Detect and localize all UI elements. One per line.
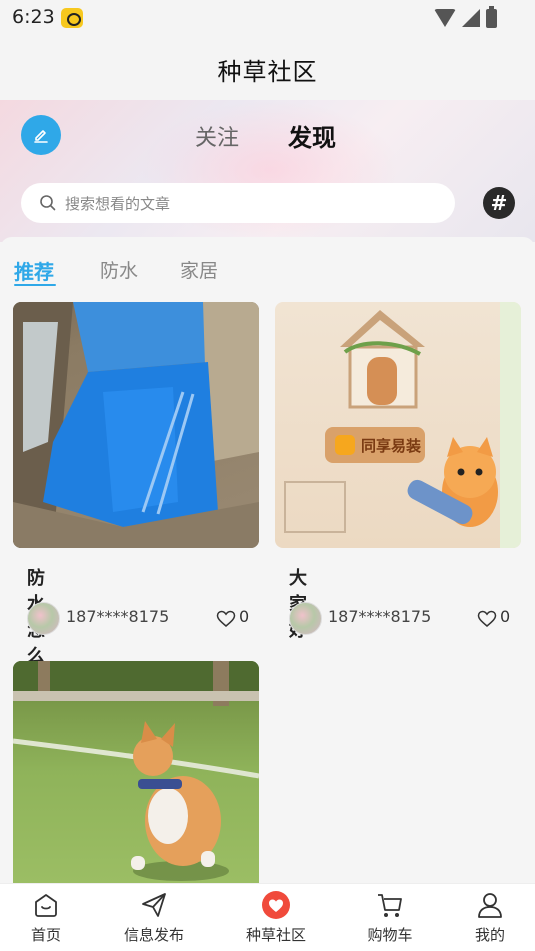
nav-label: 信息发布 xyxy=(123,926,184,944)
search-icon xyxy=(40,195,56,211)
nav-cart[interactable]: 购物车 xyxy=(345,890,435,945)
tab-home-living[interactable]: 家居 xyxy=(180,256,218,283)
nav-home[interactable]: 首页 xyxy=(1,890,91,945)
hashtag-button[interactable]: # xyxy=(483,187,515,219)
nav-label: 我的 xyxy=(474,926,505,944)
search-placeholder: 搜索想看的文章 xyxy=(65,194,171,213)
active-tab-indicator xyxy=(14,284,56,286)
tab-waterproof[interactable]: 防水 xyxy=(100,256,138,283)
waterproof-pool-illustration xyxy=(13,302,259,548)
status-icons xyxy=(434,5,497,28)
post-image-corgi[interactable] xyxy=(13,661,259,883)
search-input[interactable]: 搜索想看的文章 xyxy=(21,183,455,223)
post-image-cat-house[interactable]: 同享易装 xyxy=(275,302,521,548)
cart-icon xyxy=(378,894,402,917)
brand-sign-text: 同享易装 xyxy=(361,437,422,455)
signal-icon xyxy=(462,9,480,27)
nav-community[interactable]: 种草社区 xyxy=(231,890,321,945)
tab-follow[interactable]: 关注 xyxy=(195,120,239,152)
app-header: 种草社区 xyxy=(0,38,535,100)
avatar[interactable] xyxy=(27,602,60,635)
like-count: 0 xyxy=(500,607,511,626)
nav-label: 种草社区 xyxy=(245,926,306,944)
pencil-icon xyxy=(34,130,48,143)
nav-publish[interactable]: 信息发布 xyxy=(109,890,199,945)
post-username[interactable]: 187****8175 xyxy=(328,607,431,626)
corgi-illustration xyxy=(13,661,259,881)
person-icon xyxy=(478,893,502,918)
feed-content: 推荐 防水 家居 防水怎么才不会返水 187****8175 0 xyxy=(0,237,535,883)
send-icon xyxy=(142,893,166,917)
heart-icon[interactable] xyxy=(477,610,497,628)
status-time: 6:23 xyxy=(12,6,55,28)
home-icon xyxy=(35,894,57,917)
tab-discover[interactable]: 发现 xyxy=(288,118,336,153)
nav-me[interactable]: 我的 xyxy=(445,890,535,945)
page-title: 种草社区 xyxy=(217,57,318,86)
avatar[interactable] xyxy=(289,602,322,635)
hero-banner: 关注 发现 搜索想看的文章 # xyxy=(0,100,535,242)
nav-label: 购物车 xyxy=(367,926,413,944)
notification-app-icon xyxy=(61,8,83,28)
post-username[interactable]: 187****8175 xyxy=(66,607,169,626)
like-count: 0 xyxy=(239,607,250,626)
edit-post-button[interactable] xyxy=(21,115,61,155)
cat-house-illustration: 同享易装 xyxy=(284,302,521,548)
bottom-navigation: 首页 信息发布 种草社区 购物车 我的 xyxy=(0,883,535,951)
heart-icon[interactable] xyxy=(216,610,236,628)
post-image-waterproof-pool[interactable] xyxy=(13,302,259,548)
nav-label: 首页 xyxy=(30,926,61,944)
heart-filled-icon xyxy=(262,891,290,919)
wifi-icon xyxy=(434,9,456,27)
battery-icon xyxy=(486,5,497,28)
tab-recommend[interactable]: 推荐 xyxy=(14,256,54,285)
status-bar: 6:23 xyxy=(0,0,535,38)
